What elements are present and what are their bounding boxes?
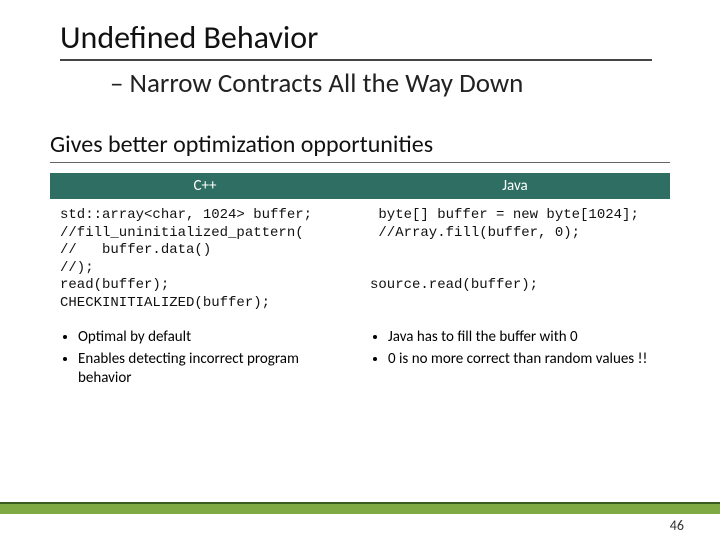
table-header-row: C++ Java xyxy=(50,173,670,199)
list-item: Java has to fill the buffer with 0 xyxy=(388,328,660,348)
code-cpp: std::array<char, 1024> buffer; //fill_un… xyxy=(50,199,360,320)
bullets-java: Java has to fill the buffer with 0 0 is … xyxy=(360,320,670,399)
table-row: Optimal by default Enables detecting inc… xyxy=(50,320,670,399)
footer-accent-bar xyxy=(0,502,720,514)
slide-title: Undefined Behavior xyxy=(60,18,318,61)
comparison-table: C++ Java std::array<char, 1024> buffer; … xyxy=(50,173,670,399)
slide-subtitle: – Narrow Contracts All the Way Down xyxy=(110,67,660,100)
bullets-cpp: Optimal by default Enables detecting inc… xyxy=(50,320,360,399)
list-item: 0 is no more correct than random values … xyxy=(388,350,660,370)
list-item: Enables detecting incorrect program beha… xyxy=(78,350,350,389)
table-row: std::array<char, 1024> buffer; //fill_un… xyxy=(50,199,670,320)
page-number: 46 xyxy=(670,517,684,534)
column-header-cpp: C++ xyxy=(50,173,360,199)
section-heading: Gives better optimization opportunities xyxy=(50,130,670,163)
code-java: byte[] buffer = new byte[1024]; //Array.… xyxy=(360,199,670,320)
column-header-java: Java xyxy=(360,173,670,199)
list-item: Optimal by default xyxy=(78,328,350,348)
